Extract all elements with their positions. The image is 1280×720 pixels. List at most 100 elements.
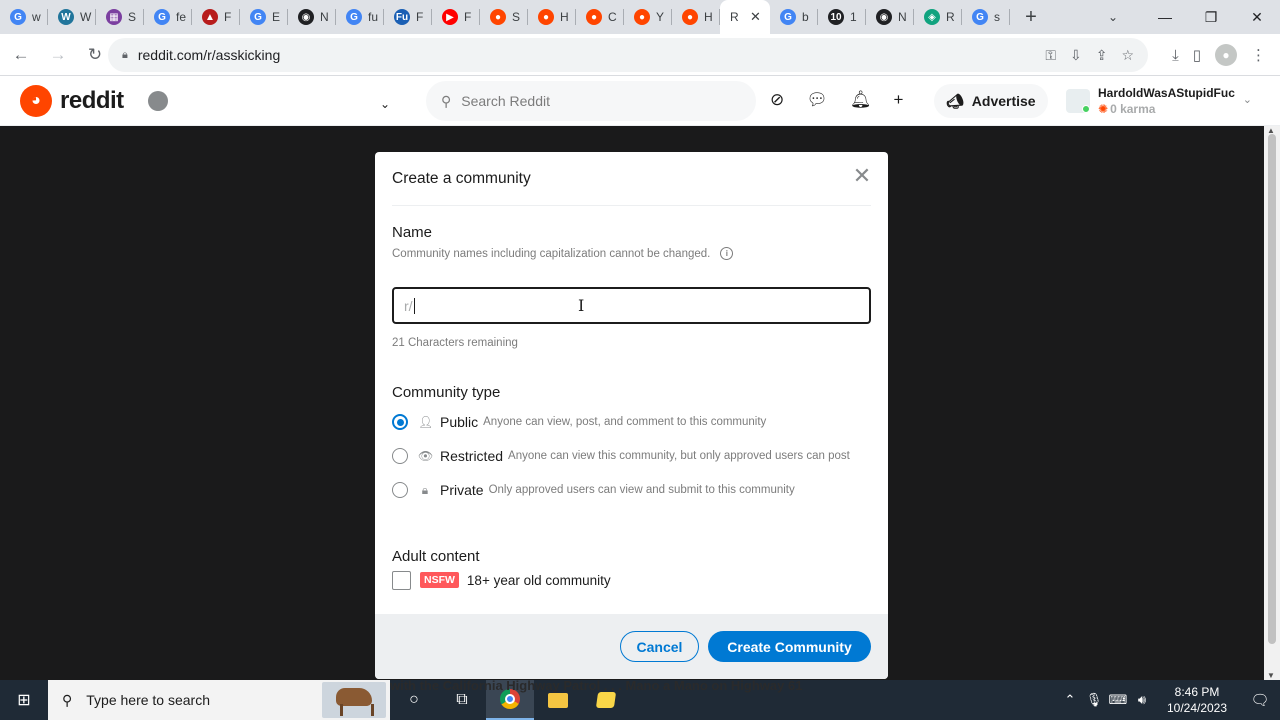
reddit-search-input[interactable]: ⚲ Search Reddit — [426, 81, 756, 121]
browser-tab[interactable]: Fu F — [384, 0, 432, 34]
nsfw-badge: NSFW — [420, 572, 459, 588]
menu-kebab-icon[interactable]: ⋮ — [1251, 46, 1266, 64]
window-controls: — ❐ ✕ — [1142, 0, 1280, 34]
browser-tab[interactable]: ▦ S — [96, 0, 144, 34]
tab-favicon-icon: ▲ — [202, 9, 218, 25]
browser-tab[interactable]: ● Y — [624, 0, 672, 34]
search-highlight-image — [322, 682, 386, 718]
bookmark-star-icon[interactable]: ☆ — [1121, 47, 1134, 64]
text-cursor-icon: I — [578, 296, 585, 315]
scrollbar-thumb[interactable] — [1268, 134, 1276, 644]
key-icon[interactable]: ⚿ — [1045, 47, 1056, 64]
tab-favicon-icon: ◉ — [298, 9, 314, 25]
scroll-down-icon[interactable]: ▼ — [1267, 671, 1275, 680]
install-icon[interactable]: ⇩ — [1070, 47, 1082, 64]
tab-title: H — [560, 10, 569, 24]
popular-icon[interactable]: ⊘ — [770, 90, 784, 110]
reddit-snoo-icon: ◕ — [20, 85, 52, 117]
browser-toolbar: ← → ↻ 🔒︎ reddit.com/r/asskicking ⚿ ⇩ ⇪ ☆… — [0, 34, 1280, 76]
notification-bell-icon[interactable]: 🔔︎ — [850, 90, 872, 110]
type-option-private[interactable]: 🔒︎ Private Only approved users can view … — [392, 480, 795, 500]
chat-icon[interactable]: 💬︎ — [806, 90, 828, 110]
address-bar[interactable]: 🔒︎ reddit.com/r/asskicking ⚿ ⇩ ⇪ ☆ — [108, 38, 1148, 72]
radio-private[interactable] — [392, 482, 408, 498]
minimize-button[interactable]: — — [1142, 0, 1188, 34]
tab-title: s — [994, 10, 1000, 24]
close-icon[interactable]: ✕ — [850, 164, 874, 188]
share-icon[interactable]: ⇪ — [1096, 47, 1108, 64]
page-scrollbar[interactable]: ▲ ▼ — [1264, 126, 1280, 680]
type-option-restricted[interactable]: 👁︎ Restricted Anyone can view this commu… — [392, 446, 850, 466]
divider — [392, 205, 871, 206]
chevron-down-icon: ⌄ — [1242, 94, 1252, 106]
info-icon[interactable]: i — [720, 247, 734, 260]
windows-start-icon[interactable]: ⊞ — [0, 680, 48, 720]
restore-button[interactable]: ❐ — [1188, 0, 1234, 34]
radio-restricted[interactable] — [392, 448, 408, 464]
tab-title: N — [898, 10, 907, 24]
browser-tab[interactable]: Gs — [962, 0, 1010, 34]
advertise-button[interactable]: 📣︎ Advertise — [934, 84, 1048, 118]
volume-icon[interactable]: 🔊︎ — [1130, 692, 1154, 708]
new-tab-button[interactable]: + — [1014, 0, 1048, 34]
tab-search-icon[interactable]: ⌄ — [1096, 0, 1130, 34]
back-button[interactable]: ← — [5, 39, 37, 71]
radio-public[interactable] — [392, 414, 408, 430]
cancel-button[interactable]: Cancel — [620, 631, 699, 662]
clock[interactable]: 8:46 PM 10/24/2023 — [1160, 684, 1234, 716]
tray-chevron-up-icon[interactable]: ⌃ — [1058, 692, 1082, 708]
tab-title: fu — [368, 10, 379, 24]
nsfw-checkbox[interactable] — [392, 570, 411, 590]
community-name-input[interactable]: r/ — [392, 287, 871, 324]
user-menu[interactable]: HardoldWasAStupidFuc ✺ 0 karma ⌄ — [1066, 83, 1266, 119]
network-icon[interactable]: ⌨︎ — [1106, 692, 1130, 708]
adult-content-label: Adult content — [392, 548, 480, 565]
create-post-icon[interactable]: + — [893, 90, 903, 110]
tab-title: R — [946, 10, 955, 24]
background-post-title: with the California Highway Patrol . . .… — [390, 678, 803, 693]
reddit-logo[interactable]: ◕ reddit — [20, 85, 124, 117]
tab-title: W — [80, 10, 92, 24]
tab-title: N — [320, 10, 329, 24]
browser-tab[interactable]: ▶ F — [432, 0, 480, 34]
tab-title: E — [272, 10, 281, 24]
nsfw-option[interactable]: NSFW 18+ year old community — [392, 570, 611, 590]
create-community-dialog: Create a community ✕ Name Community name… — [375, 152, 888, 679]
chevron-down-icon[interactable]: ⌄ — [380, 97, 390, 111]
tab-favicon-icon: ▦ — [106, 9, 122, 25]
forward-button[interactable]: → — [42, 39, 74, 71]
tab-active[interactable]: R ✕ — [720, 0, 770, 34]
community-dropdown-icon[interactable] — [148, 91, 168, 111]
omnibox-actions: ⚿ ⇩ ⇪ ☆ — [1045, 38, 1134, 72]
tab-close-icon[interactable]: ✕ — [750, 9, 761, 25]
toolbar-right: ⤓ ▯ ● ⋮ — [1172, 38, 1266, 72]
browser-tab[interactable]: GE — [240, 0, 288, 34]
browser-tab[interactable]: ◈ R — [914, 0, 962, 34]
tab-favicon-icon: Fu — [394, 9, 410, 25]
karma-count: ✺ 0 karma — [1098, 102, 1156, 116]
tab-favicon-icon: ● — [538, 9, 554, 25]
download-icon[interactable]: ⤓ — [1172, 47, 1179, 64]
browser-tab[interactable]: ◉ N — [288, 0, 336, 34]
notifications-icon[interactable]: 🗨︎ — [1240, 680, 1280, 720]
browser-tab[interactable]: WW — [48, 0, 96, 34]
browser-tab[interactable]: ◉ N — [866, 0, 914, 34]
browser-tab[interactable]: Gfu — [336, 0, 384, 34]
browser-tab[interactable]: ● S — [480, 0, 528, 34]
create-community-button[interactable]: Create Community — [708, 631, 871, 662]
reload-button[interactable]: ↻ — [79, 39, 111, 71]
close-window-button[interactable]: ✕ — [1234, 0, 1280, 34]
browser-tab[interactable]: ● H — [672, 0, 720, 34]
browser-tab[interactable]: ● C — [576, 0, 624, 34]
browser-tab[interactable]: Gfe — [144, 0, 192, 34]
taskbar-search-input[interactable]: ⚲ Type here to search — [48, 680, 390, 720]
browser-tab[interactable]: Gb — [770, 0, 818, 34]
browser-tab[interactable]: 10 1 — [818, 0, 866, 34]
profile-avatar-icon[interactable]: ● — [1215, 44, 1237, 66]
browser-tab[interactable]: Gw — [0, 0, 48, 34]
microphone-icon[interactable]: 🎙︎ — [1082, 692, 1106, 708]
browser-tab[interactable]: ● H — [528, 0, 576, 34]
side-panel-icon[interactable]: ▯ — [1193, 46, 1201, 64]
type-option-public[interactable]: 👤︎ Public Anyone can view, post, and com… — [392, 412, 766, 432]
browser-tab[interactable]: ▲ F — [192, 0, 240, 34]
